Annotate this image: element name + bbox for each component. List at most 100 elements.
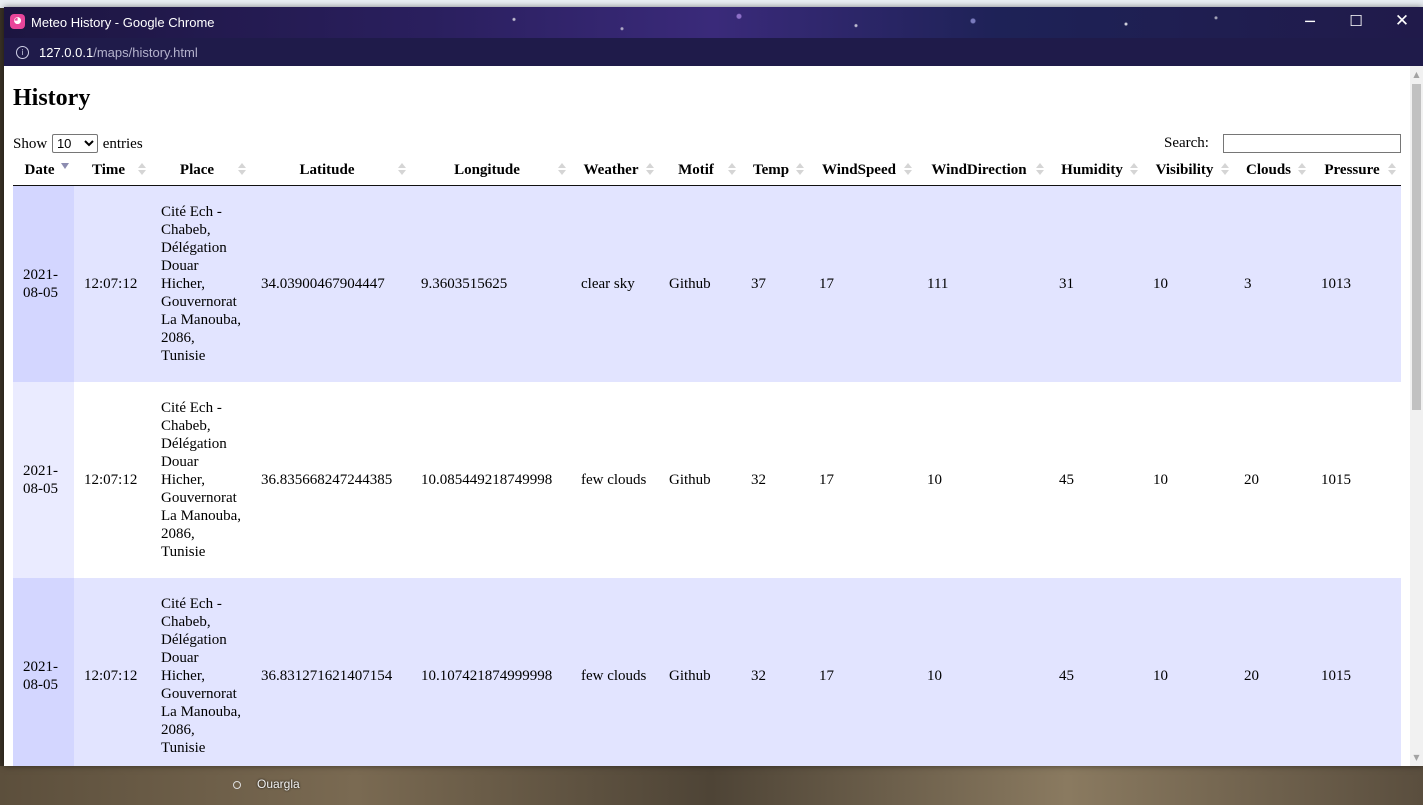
- cell-humidity: 45: [1049, 381, 1143, 578]
- column-header-temp[interactable]: Temp: [741, 155, 809, 186]
- cell-clouds: 3: [1234, 185, 1311, 382]
- cell-weather: few clouds: [571, 577, 659, 766]
- sort-both-icon: [1221, 163, 1229, 177]
- sort-both-icon: [138, 163, 146, 177]
- table-row[interactable]: 2021-08-05 12:07:12 Cité Ech - Chabeb, D…: [13, 381, 1401, 578]
- column-header-date[interactable]: Date: [13, 155, 74, 186]
- cell-latitude: 36.831271621407154: [251, 577, 411, 766]
- cell-pressure: 1013: [1311, 185, 1401, 382]
- scrollbar-thumb[interactable]: [1412, 84, 1421, 410]
- close-button[interactable]: ✕: [1379, 7, 1423, 38]
- cell-longitude: 9.3603515625: [411, 185, 571, 382]
- sort-both-icon: [646, 163, 654, 177]
- sort-desc-icon: [61, 163, 69, 177]
- cell-humidity: 31: [1049, 185, 1143, 382]
- sort-both-icon: [904, 163, 912, 177]
- sort-both-icon: [558, 163, 566, 177]
- cell-pressure: 1015: [1311, 577, 1401, 766]
- cell-weather: clear sky: [571, 185, 659, 382]
- cell-date: 2021-08-05: [13, 381, 74, 578]
- column-header-visibility[interactable]: Visibility: [1143, 155, 1234, 186]
- desktop-map-background: Ouargla: [0, 766, 1423, 805]
- page-length-select[interactable]: 10: [51, 134, 98, 153]
- sort-both-icon: [1298, 163, 1306, 177]
- title-bar[interactable]: ◕ Meteo History - Google Chrome ─ ☐ ✕: [4, 7, 1423, 38]
- column-header-clouds[interactable]: Clouds: [1234, 155, 1311, 186]
- cell-windspeed: 17: [809, 577, 917, 766]
- column-header-time[interactable]: Time: [74, 155, 151, 186]
- entries-label: entries: [102, 136, 143, 152]
- cell-motif: Github: [659, 185, 741, 382]
- cell-longitude: 10.085449218749998: [411, 381, 571, 578]
- url-path: /maps/history.html: [93, 45, 198, 60]
- cell-humidity: 45: [1049, 577, 1143, 766]
- cell-clouds: 20: [1234, 577, 1311, 766]
- column-header-windspeed[interactable]: WindSpeed: [809, 155, 917, 186]
- column-header-motif[interactable]: Motif: [659, 155, 741, 186]
- page-title: History: [13, 85, 91, 111]
- cell-date: 2021-08-05: [13, 577, 74, 766]
- cell-date: 2021-08-05: [13, 185, 74, 382]
- cell-temp: 37: [741, 185, 809, 382]
- column-header-pressure[interactable]: Pressure: [1311, 155, 1401, 186]
- cell-visibility: 10: [1143, 577, 1234, 766]
- search-label: Search:: [1164, 135, 1209, 151]
- sort-both-icon: [1130, 163, 1138, 177]
- map-marker-icon: [233, 781, 241, 789]
- cell-time: 12:07:12: [74, 185, 151, 382]
- cell-clouds: 20: [1234, 381, 1311, 578]
- cell-winddirection: 111: [917, 185, 1049, 382]
- cell-visibility: 10: [1143, 185, 1234, 382]
- show-label: Show: [13, 136, 48, 152]
- column-header-weather[interactable]: Weather: [571, 155, 659, 186]
- cell-place: Cité Ech - Chabeb, Délégation Douar Hich…: [151, 577, 251, 766]
- history-table: Date Time Place Latitude Longitude Weath…: [13, 155, 1401, 766]
- cell-time: 12:07:12: [74, 381, 151, 578]
- cell-latitude: 34.03900467904447: [251, 185, 411, 382]
- scroll-down-arrow-icon[interactable]: ▼: [1410, 751, 1423, 764]
- cell-temp: 32: [741, 381, 809, 578]
- sort-both-icon: [1036, 163, 1044, 177]
- cell-place: Cité Ech - Chabeb, Délégation Douar Hich…: [151, 381, 251, 578]
- maximize-button[interactable]: ☐: [1333, 7, 1379, 38]
- cell-motif: Github: [659, 381, 741, 578]
- table-row[interactable]: 2021-08-05 12:07:12 Cité Ech - Chabeb, D…: [13, 577, 1401, 766]
- window-title: Meteo History - Google Chrome: [31, 15, 215, 30]
- sort-both-icon: [398, 163, 406, 177]
- minimize-button[interactable]: ─: [1287, 7, 1333, 38]
- url-host: 127.0.0.1: [39, 45, 94, 60]
- sort-both-icon: [238, 163, 246, 177]
- map-label: Ouargla: [257, 777, 300, 791]
- url-text[interactable]: 127.0.0.1/maps/history.html: [39, 45, 198, 60]
- cell-temp: 32: [741, 577, 809, 766]
- sort-both-icon: [728, 163, 736, 177]
- table-row[interactable]: 2021-08-05 12:07:12 Cité Ech - Chabeb, D…: [13, 185, 1401, 382]
- column-header-place[interactable]: Place: [151, 155, 251, 186]
- browser-window: ◕ Meteo History - Google Chrome ─ ☐ ✕ i …: [4, 7, 1423, 766]
- cell-winddirection: 10: [917, 577, 1049, 766]
- scroll-up-arrow-icon[interactable]: ▲: [1410, 68, 1423, 81]
- titlebar-theme-decoration: [424, 7, 1324, 38]
- cell-visibility: 10: [1143, 381, 1234, 578]
- cell-windspeed: 17: [809, 185, 917, 382]
- cell-latitude: 36.835668247244385: [251, 381, 411, 578]
- search-input[interactable]: [1223, 134, 1401, 153]
- column-header-humidity[interactable]: Humidity: [1049, 155, 1143, 186]
- cell-motif: Github: [659, 577, 741, 766]
- column-header-winddirection[interactable]: WindDirection: [917, 155, 1049, 186]
- address-bar[interactable]: i 127.0.0.1/maps/history.html: [4, 38, 1423, 66]
- cell-longitude: 10.107421874999998: [411, 577, 571, 766]
- vertical-scrollbar[interactable]: ▲ ▼: [1410, 66, 1423, 766]
- column-header-longitude[interactable]: Longitude: [411, 155, 571, 186]
- sort-both-icon: [796, 163, 804, 177]
- sort-both-icon: [1388, 163, 1396, 177]
- search-control: Search:: [1164, 134, 1401, 153]
- table-header-row: Date Time Place Latitude Longitude Weath…: [13, 155, 1401, 186]
- column-header-latitude[interactable]: Latitude: [251, 155, 411, 186]
- cell-pressure: 1015: [1311, 381, 1401, 578]
- page-content: History Show 10 entries Search: Date Tim…: [4, 66, 1423, 766]
- site-info-icon[interactable]: i: [16, 46, 29, 59]
- cell-weather: few clouds: [571, 381, 659, 578]
- page-length-control: Show 10 entries: [13, 134, 143, 153]
- cell-winddirection: 10: [917, 381, 1049, 578]
